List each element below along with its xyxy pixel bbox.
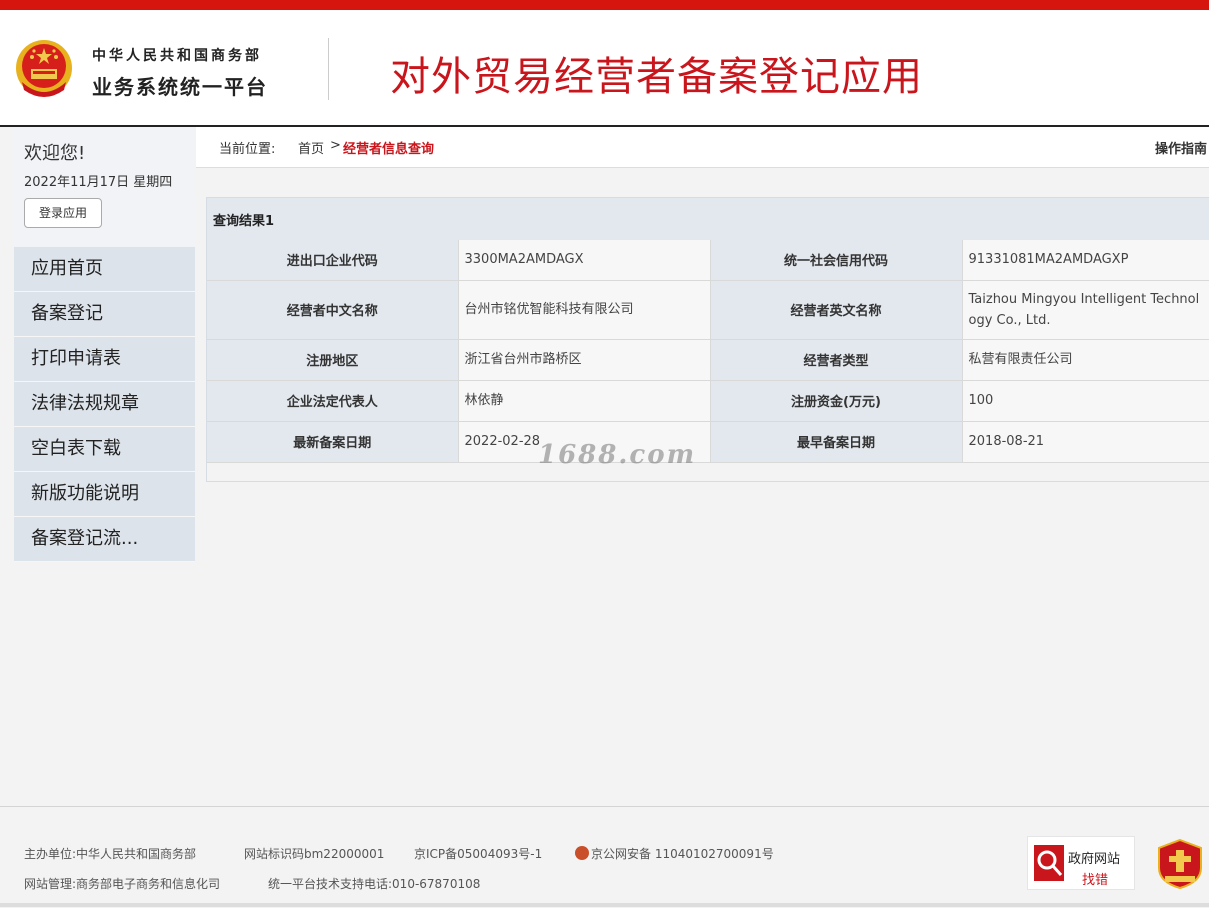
watermark: 1688.com bbox=[538, 440, 697, 470]
header-divider bbox=[328, 38, 329, 100]
sidebar-item-home[interactable]: 应用首页 bbox=[14, 247, 195, 292]
top-accent-bar bbox=[0, 0, 1209, 10]
sidebar-item-new-features[interactable]: 新版功能说明 bbox=[14, 472, 195, 517]
field-label: 最早备案日期 bbox=[710, 421, 962, 463]
org-name: 中华人民共和国商务部 bbox=[92, 48, 262, 64]
magnifier-icon bbox=[1034, 845, 1064, 881]
party-gov-badge-icon[interactable] bbox=[1157, 838, 1203, 890]
field-value: 台州市铭优智能科技有限公司 bbox=[457, 280, 711, 340]
field-value: 91331081MA2AMDAGXP bbox=[961, 240, 1209, 281]
field-value: 100 bbox=[961, 380, 1209, 422]
table-row: 企业法定代表人 林依静 注册资金(万元) 100 bbox=[207, 380, 1209, 422]
field-value: 3300MA2AMDAGX bbox=[457, 240, 711, 281]
table-row: 最新备案日期 2022-02-28 最早备案日期 2018-08-21 bbox=[207, 421, 1209, 463]
field-label: 统一社会信用代码 bbox=[710, 240, 962, 281]
sidebar-item-process[interactable]: 备案登记流... bbox=[14, 517, 195, 562]
field-value: 私营有限责任公司 bbox=[961, 339, 1209, 381]
page-header: 中华人民共和国商务部 业务系统统一平台 对外贸易经营者备案登记应用 bbox=[0, 10, 1209, 127]
platform-name: 业务系统统一平台 bbox=[92, 75, 268, 99]
sidebar-item-laws[interactable]: 法律法规规章 bbox=[14, 382, 195, 427]
result-header: 查询结果1 bbox=[207, 198, 1209, 240]
footer-manager: 网站管理:商务部电子商务和信息化司 bbox=[24, 877, 221, 891]
national-emblem-icon bbox=[16, 40, 72, 97]
field-label: 进出口企业代码 bbox=[207, 240, 458, 281]
result-table: 进出口企业代码 3300MA2AMDAGX 统一社会信用代码 91331081M… bbox=[207, 240, 1209, 463]
result-panel: 查询结果1 进出口企业代码 3300MA2AMDAGX 统一社会信用代码 913… bbox=[206, 197, 1209, 482]
field-value: 林依静 bbox=[457, 380, 711, 422]
field-value: 2018-08-21 bbox=[961, 421, 1209, 463]
field-label: 注册地区 bbox=[207, 339, 458, 381]
field-value: 浙江省台州市路桥区 bbox=[457, 339, 711, 381]
field-label: 最新备案日期 bbox=[207, 421, 458, 463]
breadcrumb-home-link[interactable]: 首页 bbox=[298, 138, 324, 157]
footer-police-link[interactable]: 京公网安备 11040102700091号 bbox=[575, 845, 774, 862]
footer-sponsor: 主办单位:中华人民共和国商务部 bbox=[24, 847, 197, 861]
table-row: 经营者中文名称 台州市铭优智能科技有限公司 经营者英文名称 Taizhou Mi… bbox=[207, 280, 1209, 340]
footer-strip bbox=[0, 903, 1209, 907]
field-label: 企业法定代表人 bbox=[207, 380, 458, 422]
footer-police-text: 京公网安备 11040102700091号 bbox=[591, 847, 774, 861]
welcome-text: 欢迎您! bbox=[24, 143, 86, 164]
app-title: 对外贸易经营者备案登记应用 bbox=[390, 54, 923, 100]
field-value: Taizhou Mingyou Intelligent Technology C… bbox=[961, 280, 1209, 340]
breadcrumb-current: 经营者信息查询 bbox=[343, 142, 435, 157]
sidebar-item-print-form[interactable]: 打印申请表 bbox=[14, 337, 195, 382]
table-row: 注册地区 浙江省台州市路桥区 经营者类型 私营有限责任公司 bbox=[207, 339, 1209, 381]
gov-site-error-report-badge[interactable]: 政府网站 找错 bbox=[1027, 836, 1135, 890]
gov-badge-title: 政府网站 bbox=[1068, 852, 1121, 867]
sidebar-menu: 应用首页 备案登记 打印申请表 法律法规规章 空白表下载 新版功能说明 备案登记… bbox=[14, 247, 195, 562]
result-title: 查询结果1 bbox=[213, 214, 275, 229]
operation-guide-link[interactable]: 操作指南 bbox=[1155, 138, 1207, 157]
breadcrumb-label: 当前位置: bbox=[219, 142, 276, 157]
breadcrumb-separator: > bbox=[330, 138, 341, 153]
footer-site-id: 网站标识码bm22000001 bbox=[244, 847, 385, 861]
footer-hotline: 统一平台技术支持电话:010-67870108 bbox=[268, 877, 481, 891]
field-label: 经营者类型 bbox=[710, 339, 962, 381]
field-label: 经营者英文名称 bbox=[710, 280, 962, 340]
login-button[interactable]: 登录应用 bbox=[24, 198, 102, 228]
sidebar-item-blank-forms[interactable]: 空白表下载 bbox=[14, 427, 195, 472]
current-date: 2022年11月17日 星期四 bbox=[24, 175, 173, 190]
police-badge-icon bbox=[575, 846, 589, 860]
table-row: 进出口企业代码 3300MA2AMDAGX 统一社会信用代码 91331081M… bbox=[207, 240, 1209, 281]
gov-badge-subtitle: 找错 bbox=[1082, 873, 1109, 888]
breadcrumb: 当前位置: 首页 > 经营者信息查询 操作指南 bbox=[196, 127, 1209, 168]
sidebar-item-registration[interactable]: 备案登记 bbox=[14, 292, 195, 337]
field-label: 注册资金(万元) bbox=[710, 380, 962, 422]
field-label: 经营者中文名称 bbox=[207, 280, 458, 340]
footer-icp-link[interactable]: 京ICP备05004093号-1 bbox=[414, 845, 542, 862]
